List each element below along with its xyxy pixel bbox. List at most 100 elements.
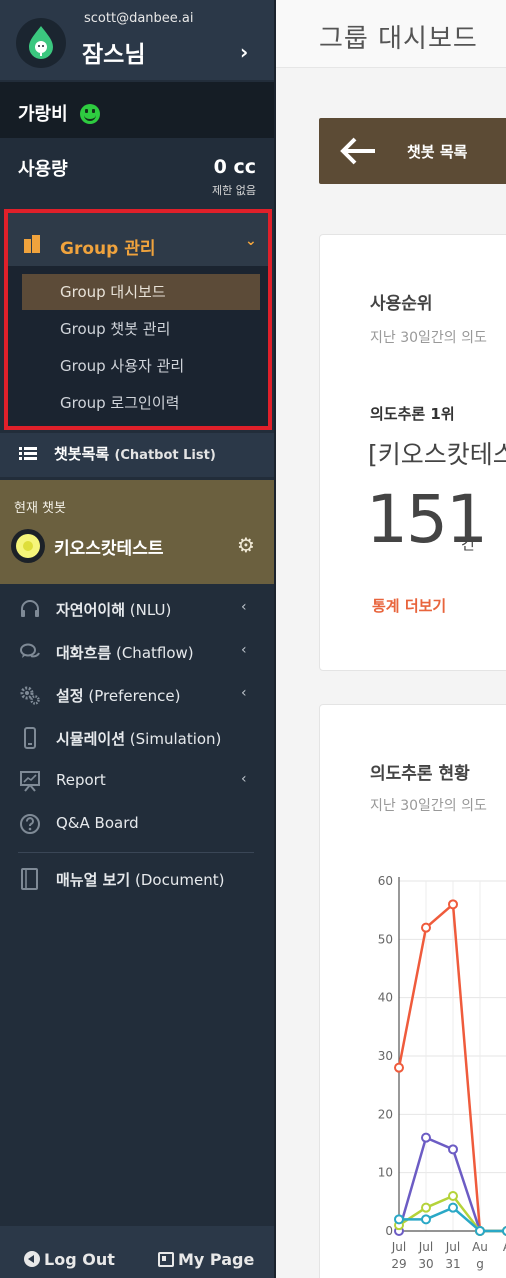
x-tick-label: 29 xyxy=(391,1257,406,1271)
presentation-chart-icon xyxy=(20,771,40,792)
chatbot-list-label-ko: 챗봇목록 xyxy=(54,445,110,463)
intent-line-chart: 0102030405060Jul29Jul30Jul31AugA xyxy=(378,874,506,1271)
y-tick-label: 40 xyxy=(378,991,393,1005)
menu-item-label: 자연어이해 (NLU) xyxy=(56,601,172,619)
group-item-login-history[interactable]: Group 로그인이력 xyxy=(22,385,260,421)
x-tick-label: Jul xyxy=(445,1240,460,1254)
user-email: scott@danbee.ai xyxy=(84,11,194,26)
logout-button[interactable]: Log Out xyxy=(24,1250,115,1269)
menu-item-simulation[interactable]: 시뮬레이션 (Simulation) xyxy=(0,718,274,758)
menu-item-label: 대화흐름 (Chatflow) xyxy=(56,644,194,662)
current-bot-name: 키오스캇테스트 xyxy=(54,539,164,559)
y-tick-label: 30 xyxy=(378,1049,393,1063)
chevron-left-icon: ‹ xyxy=(241,685,247,701)
data-point xyxy=(448,1202,458,1213)
chevron-left-icon: ‹ xyxy=(241,771,247,787)
chevron-left-icon: ‹ xyxy=(241,599,247,615)
book-icon xyxy=(21,868,38,890)
data-point xyxy=(421,922,431,933)
data-point xyxy=(394,1062,404,1073)
menu-item-preference[interactable]: 설정 (Preference) ‹ xyxy=(0,675,274,715)
data-point xyxy=(448,899,458,910)
back-button-label: 챗봇 목록 xyxy=(407,143,468,161)
menu-item-label: 매뉴얼 보기 (Document) xyxy=(56,871,225,889)
x-tick-label: Au xyxy=(472,1240,488,1254)
chevron-right-icon[interactable]: › xyxy=(240,40,248,64)
logout-label: Log Out xyxy=(44,1250,115,1269)
page-title: 그룹 대시보드 xyxy=(319,24,478,54)
chevron-left-icon: ‹ xyxy=(241,642,247,658)
current-bot-panel: 현재 챗봇 키오스캇테스트 ⚙ xyxy=(0,480,274,584)
phone-icon xyxy=(24,727,36,749)
main-content: 그룹 대시보드 챗봇 목록 사용순위 지난 30일간의 의도 의도추론 1위 [… xyxy=(276,0,506,1278)
current-bot-title: 현재 챗봇 xyxy=(14,501,66,516)
group-menu-title: Group 관리 xyxy=(60,239,156,259)
intent-status-card: 의도추론 현황 지난 30일간의 의도 0 10 20 30 40 50 60 Jul 29 Ju… xyxy=(319,704,506,1278)
usage-limit: 제한 없음 xyxy=(212,184,256,197)
y-tick-label: 50 xyxy=(378,932,393,946)
mypage-button[interactable]: My Page xyxy=(158,1250,254,1269)
rank-unit: 건 xyxy=(461,535,475,553)
droplet-logo-icon xyxy=(29,26,53,59)
chatbot-list-label: 챗봇목록 (Chatbot List) xyxy=(54,443,216,464)
bot-avatar xyxy=(11,529,45,563)
rank-label: 의도추론 1위 xyxy=(370,405,455,423)
sidebar-footer: Log Out My Page xyxy=(0,1226,274,1278)
x-tick-label: g xyxy=(476,1257,484,1271)
sidebar: scott@danbee.ai 잠스님 › 가랑비 사용량 0 cc 제한 없음… xyxy=(0,0,274,1278)
y-tick-label: 20 xyxy=(378,1107,393,1121)
data-point xyxy=(421,1202,431,1213)
list-icon xyxy=(19,447,37,461)
card-title: 사용순위 xyxy=(370,294,433,314)
y-tick-label: 60 xyxy=(378,874,393,888)
chatbot-list-link[interactable]: 챗봇목록 (Chatbot List) xyxy=(0,433,274,477)
top-bar: 그룹 대시보드 xyxy=(276,0,506,68)
user-avatar xyxy=(16,18,66,68)
data-point xyxy=(421,1214,431,1225)
usage-label: 사용량 xyxy=(18,159,68,180)
question-circle-icon xyxy=(20,814,40,834)
back-to-chatbot-list-button[interactable]: 챗봇 목록 xyxy=(319,118,506,184)
rank-intent-name: [키오스캇테스 xyxy=(368,440,506,469)
group-menu-header[interactable]: Group 관리 ⌄ xyxy=(8,213,268,266)
x-tick-label: 31 xyxy=(445,1257,460,1271)
menu-item-label: Report xyxy=(56,771,106,789)
group-item-dashboard[interactable]: Group 대시보드 xyxy=(22,274,260,310)
menu-item-document[interactable]: 매뉴얼 보기 (Document) xyxy=(0,859,274,899)
menu-item-qa-board[interactable]: Q&A Board xyxy=(0,804,274,844)
logout-icon xyxy=(24,1251,40,1267)
data-point xyxy=(421,1132,431,1143)
group-item-chatbots[interactable]: Group 챗봇 관리 xyxy=(22,311,260,347)
menu-item-label: Q&A Board xyxy=(56,814,139,832)
x-tick-label: 30 xyxy=(418,1257,433,1271)
x-tick-label: Jul xyxy=(391,1240,406,1254)
group-item-users[interactable]: Group 사용자 관리 xyxy=(22,348,260,384)
mypage-label: My Page xyxy=(178,1250,255,1269)
arrow-left-icon xyxy=(340,137,375,165)
menu-item-nlu[interactable]: 자연어이해 (NLU) ‹ xyxy=(0,589,274,629)
chatbot-list-label-en: (Chatbot List) xyxy=(114,448,216,463)
smile-icon xyxy=(80,104,100,124)
stats-more-link[interactable]: 통계 더보기 xyxy=(372,595,446,616)
id-card-icon xyxy=(158,1252,174,1267)
gears-icon xyxy=(20,686,40,705)
data-point xyxy=(448,1191,458,1201)
data-point xyxy=(394,1214,404,1225)
usage-value: 0 cc xyxy=(213,156,256,178)
menu-item-report[interactable]: Report ‹ xyxy=(0,761,274,801)
group-menu: Group 관리 ⌄ Group 대시보드 Group 챗봇 관리 Group … xyxy=(4,209,272,430)
card-subtitle: 지난 30일간의 의도 xyxy=(370,330,487,346)
menu-item-chatflow[interactable]: 대화흐름 (Chatflow) ‹ xyxy=(0,632,274,672)
y-tick-label: 0 xyxy=(385,1224,393,1238)
data-point xyxy=(475,1226,485,1236)
menu-item-label: 설정 (Preference) xyxy=(56,687,181,705)
plan-label: 가랑비 xyxy=(18,104,68,125)
chevron-down-icon: ⌄ xyxy=(245,233,257,249)
headset-icon xyxy=(21,600,39,617)
gear-icon[interactable]: ⚙ xyxy=(237,533,255,557)
menu-item-label: 시뮬레이션 (Simulation) xyxy=(56,730,222,748)
user-name: 잠스님 xyxy=(82,42,146,68)
x-tick-label: Jul xyxy=(418,1240,433,1254)
data-point xyxy=(448,1144,458,1155)
user-profile[interactable]: scott@danbee.ai 잠스님 › xyxy=(0,0,274,80)
